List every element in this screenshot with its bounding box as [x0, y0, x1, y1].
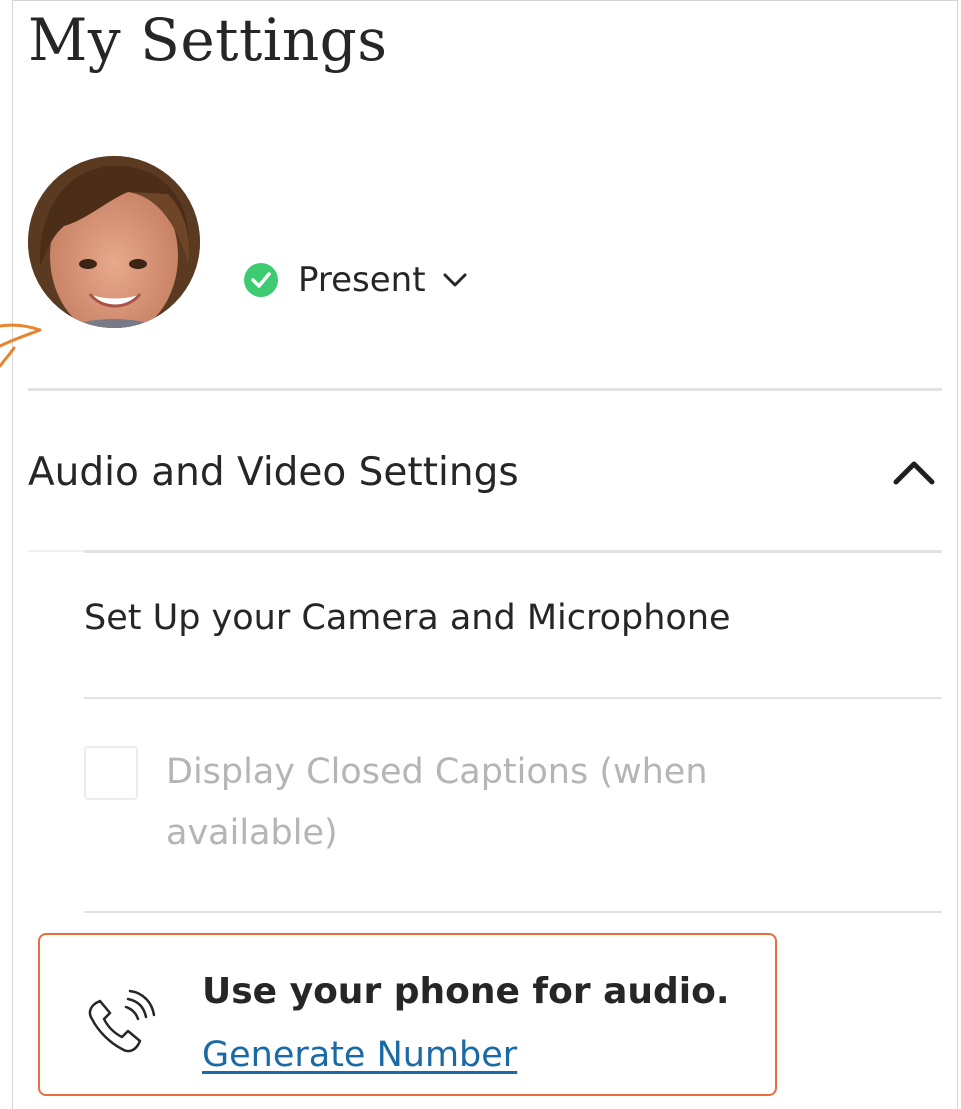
divider — [84, 697, 942, 699]
avatar-portrait — [28, 156, 200, 328]
divider — [28, 550, 84, 552]
chevron-up-icon[interactable] — [892, 458, 936, 486]
phone-audio-callout: Use your phone for audio. Generate Numbe… — [38, 933, 777, 1096]
audio-video-section-header[interactable]: Audio and Video Settings — [28, 440, 942, 504]
chevron-down-icon — [443, 273, 467, 287]
closed-captions-label: Display Closed Captions (when available) — [166, 752, 708, 853]
check-circle-icon — [244, 263, 278, 297]
closed-captions-option: Display Closed Captions (when available) — [84, 746, 784, 864]
section-title: Audio and Video Settings — [28, 449, 519, 495]
avatar[interactable] — [28, 156, 200, 328]
annotation-arrow-mark — [0, 323, 42, 368]
closed-captions-checkbox[interactable] — [84, 746, 138, 800]
divider — [28, 388, 942, 391]
camera-microphone-setup-link[interactable]: Set Up your Camera and Microphone — [84, 598, 731, 638]
status-selector[interactable]: Present — [244, 258, 468, 302]
phone-audio-title: Use your phone for audio. — [202, 971, 730, 1012]
divider — [84, 550, 942, 553]
generate-number-link[interactable]: Generate Number — [202, 1035, 517, 1075]
divider — [84, 911, 942, 913]
status-label: Present — [298, 260, 426, 300]
page-title: My Settings — [28, 6, 388, 74]
phone-ringing-icon — [88, 989, 156, 1053]
